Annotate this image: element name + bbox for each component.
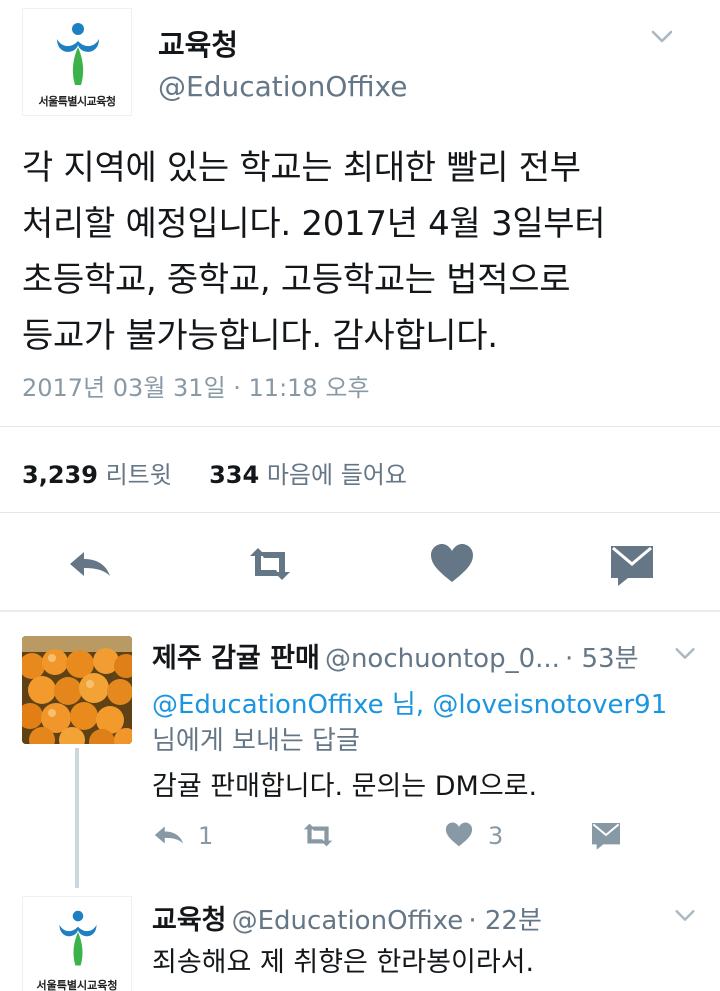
reply-time[interactable]: · 22분: [468, 906, 542, 936]
tweet-stats: 3,239 리트윗 334 마음에 들어요: [22, 455, 407, 490]
retweet-icon[interactable]: [246, 540, 294, 588]
reply-mention[interactable]: @loveisnotover91: [432, 690, 667, 720]
education-office-logo-icon: [57, 23, 99, 85]
chevron-down-icon[interactable]: [672, 902, 698, 928]
tweet-text-line: 처리할 예정입니다. 2017년 4월 3일부터: [22, 204, 606, 244]
reply-to-context: @EducationOffixe 님, @loveisnotover91: [152, 684, 667, 721]
chevron-down-icon[interactable]: [672, 640, 698, 666]
reply-author-name[interactable]: 제주 감귤 판매: [152, 643, 320, 674]
tweet-text: 각 지역에 있는 학교는 최대한 빨리 전부 처리할 예정입니다. 2017년 …: [22, 140, 702, 364]
tweet-text-line: 초등학교, 중학교, 고등학교는 법적으로: [22, 260, 571, 300]
divider: [0, 512, 720, 513]
divider: [0, 426, 720, 427]
reply-author-avatar[interactable]: 서울특별시교육청: [22, 896, 132, 991]
logo-text: 서울특별시교육청: [36, 979, 118, 991]
reply-text: 감귤 판매합니다. 문의는 DM으로.: [152, 771, 538, 802]
heart-icon[interactable]: [444, 818, 474, 852]
tangerines-photo: [22, 636, 132, 744]
retweet-label[interactable]: 리트윗: [106, 461, 172, 489]
reply-author-avatar[interactable]: [22, 636, 132, 744]
like-label[interactable]: 마음에 들어요: [267, 461, 407, 489]
education-office-logo-icon: [59, 910, 97, 966]
reply-mention[interactable]: @EducationOffixe 님,: [152, 690, 424, 720]
divider: [0, 610, 720, 612]
chevron-down-icon[interactable]: [648, 22, 676, 50]
retweet-count[interactable]: 3,239: [22, 461, 98, 489]
like-count: 3: [488, 822, 504, 850]
reply-author-handle[interactable]: @EducationOffixe: [232, 906, 464, 936]
tweet-text-line: 각 지역에 있는 학교는 최대한 빨리 전부: [22, 148, 581, 188]
reply-icon[interactable]: [152, 818, 186, 852]
reply-icon[interactable]: [66, 540, 114, 588]
author-avatar[interactable]: 서울특별시교육청: [22, 8, 132, 116]
message-icon[interactable]: [608, 540, 656, 588]
author-name[interactable]: 교육청: [158, 22, 238, 64]
reply-to-suffix: 님에게 보내는 답글: [152, 726, 360, 756]
reply-header: 제주 감귤 판매 @nochuontop_0... · 53분: [152, 636, 639, 675]
reply-author-name[interactable]: 교육청: [152, 905, 227, 936]
reply-text: 죄송해요 제 취향은 한라봉이라서.: [152, 947, 535, 978]
reply-count: 1: [198, 822, 214, 850]
reply-time[interactable]: · 53분: [565, 644, 639, 674]
retweet-icon[interactable]: [300, 818, 336, 852]
reply-author-handle[interactable]: @nochuontop_0...: [325, 644, 560, 674]
like-count[interactable]: 334: [209, 461, 259, 489]
reply-header: 교육청 @EducationOffixe · 22분: [152, 898, 542, 937]
logo-text: 서울특별시교육청: [38, 95, 116, 108]
thread-connector: [75, 748, 79, 888]
message-icon[interactable]: [590, 818, 622, 852]
tweet-timestamp[interactable]: 2017년 03월 31일 · 11:18 오후: [22, 368, 370, 403]
heart-icon[interactable]: [428, 540, 476, 588]
tweet-text-line: 등교가 불가능합니다. 감사합니다.: [22, 316, 498, 356]
author-handle[interactable]: @EducationOffixe: [158, 70, 407, 103]
